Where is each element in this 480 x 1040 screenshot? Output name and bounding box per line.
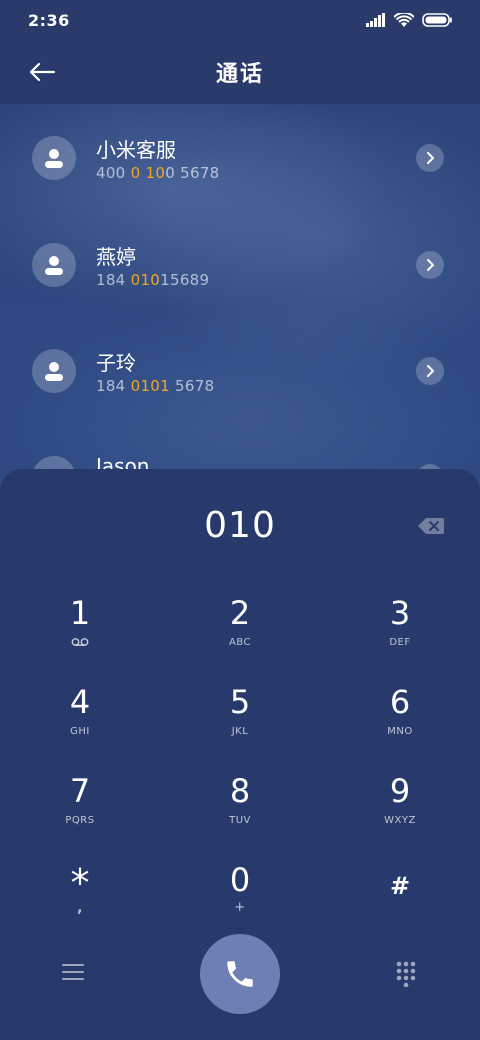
dialer-panel: 010 1 2 ABC 3 DEF 4 GHI 5 JKL 6 MNO 7 PQ… — [0, 469, 480, 1040]
contact-number: 184 0101 5678 — [96, 377, 214, 395]
status-icons — [366, 12, 452, 28]
chevron-right-icon — [427, 259, 434, 271]
contact-number: 400 0 100 5678 — [96, 164, 220, 182]
avatar — [32, 136, 76, 180]
key-digit: 0 — [229, 861, 251, 899]
keypad-toggle-button[interactable] — [396, 961, 416, 991]
contact-name: 燕婷 — [96, 245, 136, 269]
chevron-right-icon — [427, 365, 434, 377]
call-button[interactable] — [200, 934, 280, 1014]
contact-row[interactable]: 燕婷 184 01015689 — [0, 211, 480, 311]
number-match-highlight: 0101 — [130, 377, 170, 395]
dialed-number: 010 — [204, 505, 276, 546]
number-match-highlight: 010 — [130, 271, 161, 289]
key-letters: ABC — [228, 637, 251, 648]
key-digit: # — [389, 872, 411, 900]
number-match-highlight: 10 — [145, 164, 166, 182]
avatar — [32, 349, 76, 393]
key-digit: 1 — [69, 594, 91, 632]
voicemail-icon — [71, 637, 89, 651]
contact-name: 小米客服 — [96, 138, 176, 162]
key-digit: * — [70, 861, 90, 905]
key-2[interactable]: 2 ABC — [160, 581, 320, 661]
key-8[interactable]: 8 TUV — [160, 759, 320, 839]
backspace-icon — [418, 518, 444, 534]
key-letters: , — [77, 900, 83, 916]
key-7[interactable]: 7 PQRS — [0, 759, 160, 839]
dialpad-icon — [396, 961, 416, 988]
key-digit: 4 — [69, 683, 91, 721]
backspace-button[interactable] — [418, 517, 444, 537]
person-icon — [45, 149, 63, 168]
phone-icon — [227, 961, 253, 987]
key-letters: JKL — [231, 726, 249, 737]
back-arrow-icon — [29, 62, 56, 82]
key-letters: MNO — [387, 726, 413, 737]
key-letters: PQRS — [65, 815, 95, 826]
menu-button[interactable] — [62, 963, 84, 985]
key-1[interactable]: 1 — [0, 581, 160, 661]
key-letters: DEF — [389, 637, 411, 648]
app-header: 通话 — [0, 40, 480, 104]
avatar — [32, 243, 76, 287]
key-3[interactable]: 3 DEF — [320, 581, 480, 661]
number-segment: 0 5678 — [165, 164, 220, 182]
key-4[interactable]: 4 GHI — [0, 670, 160, 750]
number-segment: 184 — [96, 271, 131, 289]
key-6[interactable]: 6 MNO — [320, 670, 480, 750]
key-star[interactable]: * , — [0, 848, 160, 928]
menu-icon — [62, 964, 84, 980]
status-time: 2:36 — [28, 10, 70, 30]
key-hash[interactable]: # — [320, 848, 480, 928]
key-digit: 9 — [389, 772, 411, 810]
battery-icon — [422, 13, 452, 27]
page-title: 通话 — [215, 62, 264, 87]
contact-row[interactable]: 小米客服 400 0 100 5678 — [0, 104, 480, 204]
signal-icon — [366, 13, 385, 27]
contact-number: 184 01015689 — [96, 271, 209, 289]
contact-details-button[interactable] — [416, 144, 444, 172]
key-5[interactable]: 5 JKL — [160, 670, 320, 750]
wifi-icon — [394, 12, 414, 27]
key-digit: 3 — [389, 594, 411, 632]
key-digit: 8 — [229, 772, 251, 810]
key-digit: 6 — [389, 683, 411, 721]
key-letters: TUV — [229, 815, 251, 826]
contact-details-button[interactable] — [416, 251, 444, 279]
number-segment: 184 — [96, 377, 131, 395]
person-icon — [45, 362, 63, 381]
number-segment: 5678 — [169, 377, 215, 395]
key-letters: + — [234, 900, 246, 915]
contact-details-button[interactable] — [416, 357, 444, 385]
chevron-right-icon — [427, 152, 434, 164]
key-digit: 2 — [229, 594, 251, 632]
contact-name: 子玲 — [96, 351, 136, 375]
back-button[interactable] — [28, 54, 68, 90]
person-icon — [45, 256, 63, 275]
contact-row[interactable]: 子玲 184 0101 5678 — [0, 317, 480, 417]
key-9[interactable]: 9 WXYZ — [320, 759, 480, 839]
number-segment: 15689 — [160, 271, 210, 289]
status-bar: 2:36 — [0, 0, 480, 40]
key-letters: WXYZ — [384, 815, 416, 826]
key-0[interactable]: 0 + — [160, 848, 320, 928]
number-segment: 400 — [96, 164, 131, 182]
key-digit: 7 — [69, 772, 91, 810]
key-digit: 5 — [229, 683, 251, 721]
number-match-highlight: 0 — [130, 164, 141, 182]
key-letters: GHI — [70, 726, 90, 737]
